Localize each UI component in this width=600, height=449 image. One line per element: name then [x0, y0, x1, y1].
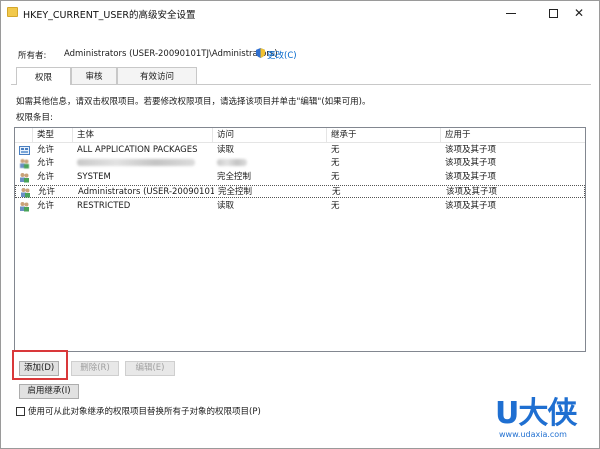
users-icon — [21, 188, 30, 198]
table-row[interactable]: 允许 SYSTEM 完全控制 无 该项及其子项 — [15, 171, 585, 184]
enable-inheritance-button[interactable]: 启用继承(I) — [19, 384, 79, 399]
owner-value: Administrators (USER-20090101TJ\Administ… — [64, 49, 278, 59]
cell-type: 允许 — [38, 187, 56, 197]
users-icon — [20, 173, 29, 183]
cell-principal: RESTRICTED — [77, 201, 131, 211]
edit-button[interactable]: 编辑(E) — [125, 361, 175, 376]
cell-applies-to: 该项及其子项 — [445, 172, 497, 182]
cell-type: 允许 — [37, 172, 55, 182]
watermark-brand: U大侠 — [495, 396, 577, 431]
replace-child-permissions-checkbox[interactable] — [16, 406, 25, 416]
tab-auditing[interactable]: 审核 — [71, 67, 117, 84]
table-row-selected[interactable]: 允许 Administrators (USER-20090101... 完全控制… — [15, 185, 585, 198]
cell-inherited-from: 无 — [332, 187, 341, 197]
cell-type: 允许 — [37, 201, 55, 211]
cell-inherited-from: 无 — [331, 145, 340, 155]
table-row[interactable]: 允许 无 该项及其子项 — [15, 157, 585, 170]
minimize-icon — [506, 12, 516, 14]
tab-effective-access[interactable]: 有效访问 — [117, 67, 197, 84]
window-title: HKEY_CURRENT_USER的高级安全设置 — [23, 10, 196, 21]
cell-principal: SYSTEM — [77, 172, 111, 182]
package-icon — [19, 146, 30, 155]
cell-principal-redacted — [73, 157, 213, 170]
redacted-text — [77, 159, 195, 166]
remove-button[interactable]: 删除(R) — [71, 361, 119, 376]
table-row[interactable]: 允许 ALL APPLICATION PACKAGES 读取 无 该项及其子项 — [15, 144, 585, 157]
replace-child-permissions-label: 使用可从此对象继承的权限项目替换所有子对象的权限项目(P) — [28, 407, 261, 417]
cell-access: 完全控制 — [217, 172, 252, 182]
change-owner-link[interactable]: 更改(C) — [267, 49, 297, 61]
shield-icon — [256, 48, 265, 58]
cell-principal: ALL APPLICATION PACKAGES — [77, 145, 198, 155]
column-header-icon[interactable] — [15, 128, 33, 143]
title-bar[interactable]: HKEY_CURRENT_USER的高级安全设置 ✕ — [1, 1, 599, 25]
cell-access: 读取 — [217, 201, 235, 211]
cell-inherited-from: 无 — [331, 158, 340, 168]
tab-permissions[interactable]: 权限 — [16, 67, 71, 85]
cell-inherited-from: 无 — [331, 201, 340, 211]
minimize-button[interactable] — [491, 1, 531, 25]
users-icon — [20, 202, 29, 212]
cell-applies-to: 该项及其子项 — [445, 158, 497, 168]
list-header: 类型 主体 访问 继承于 应用于 — [15, 128, 585, 143]
cell-type: 允许 — [37, 158, 55, 168]
cell-applies-to: 该项及其子项 — [445, 145, 497, 155]
cell-principal: Administrators (USER-20090101... — [78, 187, 214, 197]
column-header-inherited-from[interactable]: 继承于 — [327, 128, 441, 143]
maximize-icon — [548, 8, 558, 18]
replace-child-permissions-row[interactable]: 使用可从此对象继承的权限项目替换所有子对象的权限项目(P) — [16, 405, 261, 417]
column-header-applies-to[interactable]: 应用于 — [441, 128, 585, 143]
folder-icon — [7, 7, 18, 17]
cell-applies-to: 该项及其子项 — [446, 187, 498, 197]
cell-inherited-from: 无 — [331, 172, 340, 182]
column-header-principal[interactable]: 主体 — [73, 128, 213, 143]
info-text: 如需其他信息，请双击权限项目。若要修改权限项目，请选择该项目并单击"编辑"(如果… — [16, 97, 371, 107]
table-row[interactable]: 允许 RESTRICTED 读取 无 该项及其子项 — [15, 200, 585, 213]
users-icon — [20, 159, 29, 169]
cell-applies-to: 该项及其子项 — [445, 201, 497, 211]
permission-entries-label: 权限条目: — [16, 113, 53, 123]
watermark-logo: U大侠 www.udaxia.com — [493, 388, 597, 446]
column-header-type[interactable]: 类型 — [33, 128, 73, 143]
close-button[interactable]: ✕ — [559, 1, 599, 25]
add-button[interactable]: 添加(D) — [19, 361, 59, 376]
watermark-url: www.udaxia.com — [499, 430, 567, 439]
cell-access: 读取 — [217, 145, 235, 155]
owner-label: 所有者: — [18, 51, 47, 61]
redacted-text — [217, 159, 247, 166]
cell-access: 完全控制 — [218, 187, 253, 197]
cell-access-redacted — [213, 157, 327, 170]
security-settings-window: HKEY_CURRENT_USER的高级安全设置 ✕ 所有者: Administ… — [0, 0, 600, 449]
permission-entries-list[interactable]: 类型 主体 访问 继承于 应用于 允许 ALL APPLICATION PACK… — [14, 127, 586, 352]
cell-type: 允许 — [37, 145, 55, 155]
column-header-access[interactable]: 访问 — [213, 128, 327, 143]
